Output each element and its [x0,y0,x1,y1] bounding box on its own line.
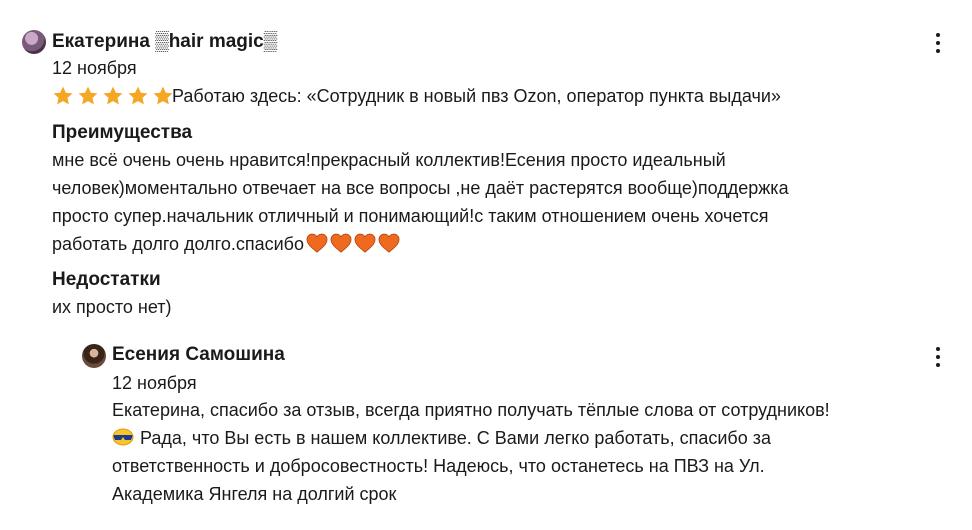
reviewer-job: Работаю здесь: «Сотрудник в новый пвз Oz… [172,86,781,106]
sun-with-sunglasses-icon [112,428,134,446]
reply-date: 12 ноября [112,373,197,393]
reply-line: Екатерина, спасибо за отзыв, всегда прия… [112,400,830,420]
rating-stars [52,85,174,107]
review-date: 12 ноября [52,58,137,78]
pros-line: просто супер.начальник отличный и понима… [52,206,769,226]
reply-line: ответственность и добросовестность! Наде… [112,456,765,476]
reviewer-name[interactable]: Екатерина ▒hair magic▒ [52,31,277,53]
reply-more-menu-icon[interactable] [931,346,945,368]
reply-avatar[interactable] [82,344,106,368]
reviewer-avatar[interactable] [22,30,46,54]
reply-line-emoji: Рада, что Вы есть в нашем коллективе. С … [112,424,830,452]
hearts [304,233,400,254]
orange-heart-icon [354,233,376,253]
pros-line: человек)моментально отвечает на все вопр… [52,178,789,198]
reply-author-name[interactable]: Есения Самошина [112,344,285,366]
orange-heart-icon [378,233,400,253]
star-icon [78,86,98,105]
star-icon [53,86,73,105]
pros-line: мне всё очень очень нравится!прекрасный … [52,150,726,170]
review-more-menu-icon[interactable] [931,32,945,54]
cons-title: Недостатки [52,269,161,290]
pros-text: мне всё очень очень нравится!прекрасный … [52,146,789,258]
orange-heart-icon [306,233,328,253]
star-icon [128,86,148,105]
orange-heart-icon [330,233,352,253]
reply-line: Академика Янгеля на долгий срок [112,484,397,504]
star-icon [153,86,173,105]
star-icon [103,86,123,105]
pros-title: Преимущества [52,122,193,143]
reply-text: Екатерина, спасибо за отзыв, всегда прия… [112,396,830,508]
pros-line: работать долго долго.спасибо [52,234,304,254]
reply-line: Рада, что Вы есть в нашем коллективе. С … [140,428,771,448]
cons-text: их просто нет) [52,297,172,317]
pros-line-last: работать долго долго.спасибо [52,230,789,258]
